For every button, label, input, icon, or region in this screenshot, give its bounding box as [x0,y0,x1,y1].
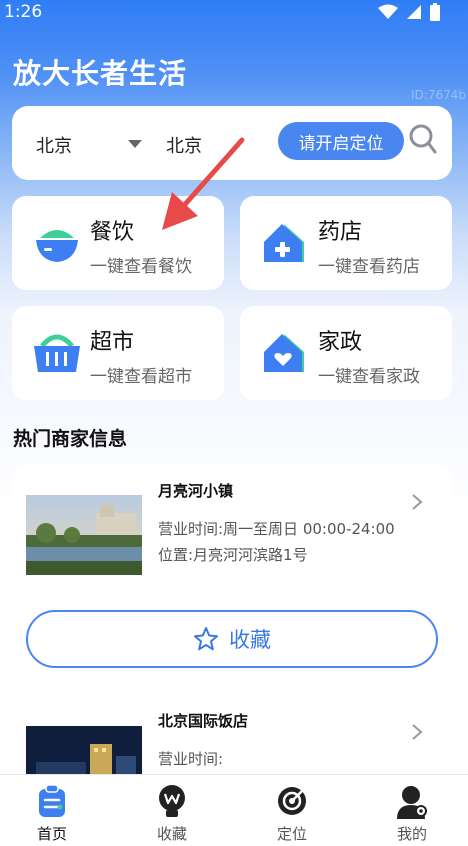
shop-image [26,495,142,575]
tab-label: 我的 [396,825,427,843]
shop-name: 北京国际饭店 [158,712,249,730]
dropdown-arrow-icon[interactable] [128,140,142,148]
tab-favorites[interactable]: 收藏 [122,775,222,846]
status-time: 1:26 [4,2,43,22]
location-card: 北京 北京 请开启定位 [12,106,452,180]
category-card-pharmacy[interactable]: 药店 一键查看药店 [240,196,452,290]
wifi-icon [378,4,398,19]
status-icons [378,3,440,21]
tab-label: 收藏 [156,825,187,843]
favorite-button[interactable]: 收藏 [26,610,438,668]
home-heart-icon [264,334,304,372]
category-subtitle: 一键查看药店 [318,257,420,277]
target-icon [278,787,306,815]
tab-profile[interactable]: 我的 [362,775,462,846]
category-card-supermarket[interactable]: 超市 一键查看超市 [12,306,224,400]
tab-locate[interactable]: 定位 [242,775,342,846]
star-icon [194,627,218,651]
status-bar: 1:26 [0,0,468,26]
bulb-icon [159,785,185,817]
bowl-icon [36,230,78,262]
shop-hours: 营业时间: [158,750,224,768]
signal-icon [407,5,421,19]
section-title: 热门商家信息 [13,428,128,450]
tab-label: 首页 [36,825,67,843]
shop-name: 月亮河小镇 [158,482,234,500]
chevron-right-icon[interactable] [410,723,424,741]
shop-image [26,726,142,774]
category-subtitle: 一键查看餐饮 [90,257,192,277]
shop-hours: 营业时间:周一至周日 00:00-24:00 [158,520,395,538]
category-card-dining[interactable]: 餐饮 一键查看餐饮 [12,196,224,290]
watermark: ID:7674b [411,88,466,102]
home-list-icon [39,784,65,817]
category-subtitle: 一键查看家政 [318,367,420,387]
category-subtitle: 一键查看超市 [90,367,192,387]
profile-icon [397,786,427,819]
favorite-label: 收藏 [229,628,271,652]
pharmacy-icon [264,224,304,262]
basket-icon [34,334,80,372]
province-select[interactable]: 北京 [36,132,72,158]
category-card-housekeeping[interactable]: 家政 一键查看家政 [240,306,452,400]
bottom-tab-bar: 首页 收藏 定位 我的 [0,774,468,846]
chevron-right-icon[interactable] [410,493,424,511]
search-icon[interactable] [408,122,438,156]
page-title: 放大长者生活 [13,57,188,90]
city-select[interactable]: 北京 [166,132,202,158]
shop-address: 位置:月亮河河滨路1号 [158,546,308,564]
category-title: 药店 [318,220,363,245]
tab-label: 定位 [276,825,307,843]
enable-location-button[interactable]: 请开启定位 [278,122,404,160]
category-title: 餐饮 [90,220,135,245]
tab-home[interactable]: 首页 [2,775,102,846]
battery-icon [430,3,440,21]
category-title: 超市 [90,330,135,355]
category-title: 家政 [318,330,363,355]
